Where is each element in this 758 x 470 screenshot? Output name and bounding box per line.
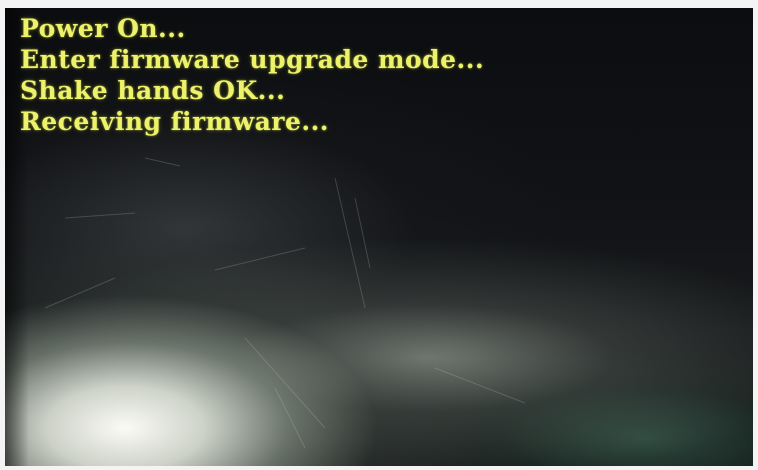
- device-screen: Power On... Enter firmware upgrade mode.…: [5, 8, 753, 466]
- photo-frame: Power On... Enter firmware upgrade mode.…: [0, 0, 758, 470]
- log-line-handshake: Shake hands OK...: [20, 76, 286, 105]
- log-line-power-on: Power On...: [20, 14, 186, 43]
- log-line-receiving: Receiving firmware...: [20, 107, 329, 136]
- boot-log: Power On... Enter firmware upgrade mode.…: [20, 13, 484, 137]
- log-line-upgrade-mode: Enter firmware upgrade mode...: [20, 45, 485, 74]
